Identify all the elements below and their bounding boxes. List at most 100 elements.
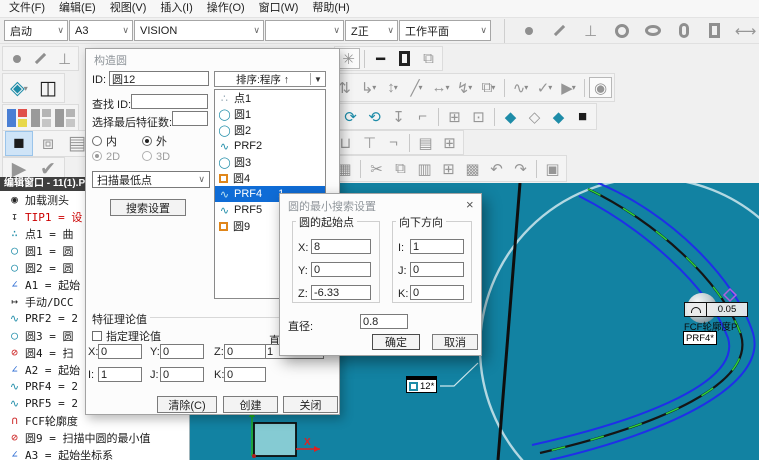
fcf-tolerance-frame[interactable]: 0.05 <box>684 302 748 317</box>
path-curve-icon[interactable]: ∿▾ <box>509 77 532 98</box>
cube-highlight-icon[interactable]: ◆ <box>499 106 522 127</box>
solid-cube-icon[interactable]: ■ <box>5 131 33 156</box>
find-id-input[interactable] <box>131 94 208 109</box>
chevron-down-icon[interactable]: ∨ <box>122 25 129 36</box>
layout-tiles-icon[interactable] <box>5 107 28 128</box>
chevron-down-icon[interactable]: ∨ <box>333 25 340 36</box>
line-tool-icon[interactable]: ╱▾ <box>405 77 428 98</box>
menu-item-4[interactable]: 操作(O) <box>200 0 252 17</box>
paste-icon[interactable]: ▥ <box>413 158 436 179</box>
save-layout-icon[interactable]: ⧉ <box>417 48 440 69</box>
list-item-圆1[interactable]: ◯圆1 <box>215 106 325 122</box>
radio-inner-circle[interactable] <box>92 136 102 146</box>
window-plus-icon[interactable]: ⊞ <box>443 106 466 127</box>
start-y-input[interactable] <box>311 262 371 277</box>
line-small-icon[interactable] <box>29 48 52 69</box>
camera-icon[interactable]: ◉ <box>589 77 612 98</box>
menu-item-1[interactable]: 编辑(E) <box>52 0 103 17</box>
press-icon[interactable]: ⊤ <box>358 132 381 153</box>
window-target-icon[interactable]: ⊡ <box>467 106 490 127</box>
checkbox-box[interactable] <box>92 331 102 341</box>
angle-flag-icon[interactable]: ⌐ <box>411 106 434 127</box>
z-input[interactable] <box>224 344 266 359</box>
layout-tiles-gray2-icon[interactable] <box>53 107 76 128</box>
combo-alignment[interactable]: A3∨ <box>69 20 133 41</box>
cube-settings-icon[interactable]: ◆ <box>547 106 570 127</box>
last-feature-input[interactable] <box>172 111 208 126</box>
radio-outer[interactable]: 外 <box>142 133 167 149</box>
combo-mode[interactable]: 启动∨ <box>4 20 68 41</box>
vector-small-icon[interactable]: ⊥ <box>53 48 76 69</box>
rectangle-icon[interactable] <box>393 48 416 69</box>
y-input[interactable] <box>160 344 204 359</box>
circle-feature-icon[interactable] <box>610 20 633 41</box>
line-feature-icon[interactable] <box>548 20 571 41</box>
probe-down-icon[interactable]: ↧ <box>387 106 410 127</box>
x-input[interactable] <box>98 344 142 359</box>
square-slot-icon[interactable] <box>703 20 726 41</box>
list-item-圆4[interactable]: 圆4 <box>215 170 325 186</box>
radio-outer-circle[interactable] <box>142 136 152 146</box>
slot-feature-icon[interactable] <box>672 20 695 41</box>
box-add-icon[interactable]: ⊞ <box>438 132 461 153</box>
start-z-input[interactable] <box>311 285 371 300</box>
menu-item-2[interactable]: 视图(V) <box>103 0 154 17</box>
i-input[interactable] <box>98 367 142 382</box>
feature-jump-icon[interactable]: ↳▾ <box>357 77 380 98</box>
ellipse-feature-icon[interactable] <box>641 20 664 41</box>
combo-workplane[interactable]: 工作平面∨ <box>399 20 491 41</box>
grid-cells-icon[interactable]: ▩ <box>461 158 484 179</box>
start-x-input[interactable] <box>311 239 371 254</box>
layout-tiles-gray-icon[interactable] <box>29 107 52 128</box>
id-input[interactable] <box>109 71 209 86</box>
sort-control[interactable]: 排序:程序 ↑ ▼ <box>214 71 326 87</box>
hook-icon[interactable]: ¬ <box>382 132 405 153</box>
prf4-annotation[interactable]: PRF4* <box>683 331 717 345</box>
chevron-down-icon[interactable]: ∨ <box>57 25 64 36</box>
page-add-icon[interactable]: ▤ <box>414 132 437 153</box>
sort-dropdown-icon[interactable]: ▼ <box>311 75 325 84</box>
close-icon[interactable]: × <box>466 198 474 211</box>
point-small-icon[interactable] <box>5 48 28 69</box>
clear-button[interactable]: 清除(C) <box>157 396 217 413</box>
grid-settings-icon[interactable]: ⊞ <box>437 158 460 179</box>
circle12-annotation[interactable]: 12* <box>406 376 437 393</box>
copy-pattern-icon[interactable]: ⧉▾ <box>477 77 500 98</box>
dir-k-input[interactable] <box>410 285 464 300</box>
search-settings-button[interactable]: 搜索设置 <box>110 199 186 216</box>
chevron-down-icon[interactable]: ∨ <box>387 25 394 36</box>
method-dropdown[interactable]: 扫描最低点 ∨ <box>92 171 210 188</box>
menu-item-5[interactable]: 窗口(W) <box>252 0 306 17</box>
radio-inner[interactable]: 内 <box>92 133 117 149</box>
move-axis-icon[interactable]: ↕▾ <box>381 77 404 98</box>
list-item-PRF2[interactable]: ∿PRF2 <box>215 138 325 154</box>
k-input[interactable] <box>224 367 266 382</box>
rotate-3d-icon[interactable]: ⟲ <box>363 106 386 127</box>
wireframe-cube-icon[interactable]: ◫ <box>34 76 62 101</box>
chevron-down-icon[interactable]: ∨ <box>253 25 260 36</box>
tree-item-14[interactable]: ⊘圆9 = 扫描中圆的最小值 <box>0 429 189 446</box>
cancel-button[interactable]: 取消 <box>432 334 478 350</box>
dir-j-input[interactable] <box>410 262 464 277</box>
diameter-input[interactable] <box>360 314 408 329</box>
vector-point-icon[interactable]: ⊥ <box>579 20 602 41</box>
close-button[interactable]: 关闭 <box>283 396 338 413</box>
print-icon[interactable]: ▣ <box>541 158 564 179</box>
assign-theoretical-checkbox[interactable]: 指定理论值 <box>92 328 161 344</box>
cut-icon[interactable]: ✂ <box>365 158 388 179</box>
create-button[interactable]: 创建 <box>223 396 278 413</box>
copy-icon[interactable]: ⧉ <box>389 158 412 179</box>
tree-item-15[interactable]: ∠A3 = 起始坐标系 <box>0 446 189 460</box>
rotate-cw-icon[interactable]: ⟳ <box>339 106 362 127</box>
pattern-icon[interactable]: ✳ <box>337 48 360 69</box>
ok-button[interactable]: 确定 <box>372 334 420 350</box>
profile-line-icon[interactable]: ━ <box>369 48 392 69</box>
list-item-圆2[interactable]: ◯圆2 <box>215 122 325 138</box>
distance-tool-icon[interactable]: ↔▾ <box>429 77 452 98</box>
combo-probe[interactable]: VISION∨ <box>134 20 264 41</box>
point-feature-icon[interactable] <box>517 20 540 41</box>
list-item-圆3[interactable]: ◯圆3 <box>215 154 325 170</box>
undo-icon[interactable]: ↶ <box>485 158 508 179</box>
list-item-点1[interactable]: ∴点1 <box>215 90 325 106</box>
cube-transform-icon[interactable]: ◇ <box>523 106 546 127</box>
